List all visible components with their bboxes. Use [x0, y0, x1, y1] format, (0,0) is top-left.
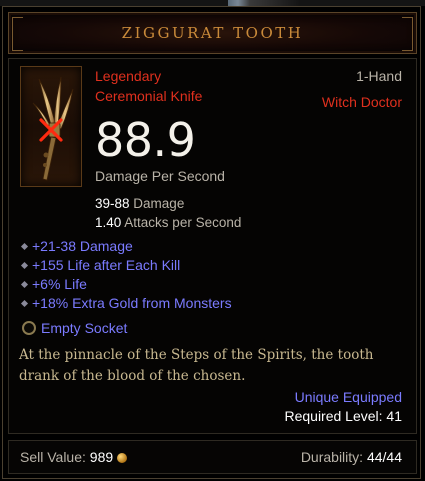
required-level-value: 41 [386, 408, 402, 424]
socket-icon [22, 321, 36, 335]
sell-value: Sell Value: 989 [20, 449, 128, 465]
affix-text: +6% Life [32, 276, 87, 292]
socket-label: Empty Socket [41, 320, 128, 336]
dps-label: Damage Per Second [95, 168, 225, 184]
required-level-label: Required Level: [284, 408, 383, 424]
item-quality: Legendary [95, 68, 162, 84]
damage-line: 39-88 Damage [95, 196, 184, 211]
empty-socket: Empty Socket [22, 320, 127, 336]
affix-bullet-icon [20, 280, 29, 289]
item-name: ZIGGURAT TOOTH [121, 24, 304, 42]
dps-value: 88.9 [95, 113, 196, 167]
affix-line: +21-38 Damage [20, 238, 133, 254]
sell-label: Sell Value: [20, 449, 86, 465]
ceremonial-knife-icon [32, 76, 74, 181]
affix-bullet-icon [20, 242, 29, 251]
affix-line: +155 Life after Each Kill [20, 257, 181, 273]
affix-line: +18% Extra Gold from Monsters [20, 295, 232, 311]
item-type: Ceremonial Knife [95, 88, 203, 104]
attack-speed-label: Attacks per Second [124, 215, 242, 230]
attack-speed-value: 1.40 [95, 215, 122, 230]
affix-text: +18% Extra Gold from Monsters [32, 295, 232, 311]
item-slot: 1-Hand [356, 68, 402, 84]
item-icon-frame [20, 66, 82, 187]
gold-coin-icon [117, 453, 128, 463]
durability: Durability: 44/44 [301, 449, 402, 465]
damage-range: 39-88 [95, 196, 130, 211]
sell-amount: 989 [89, 449, 114, 465]
flavor-text: At the pinnacle of the Steps of the Spir… [19, 347, 374, 384]
class-requirement: Witch Doctor [321, 94, 402, 110]
affix-bullet-icon [20, 299, 29, 308]
required-level: Required Level: 41 [284, 408, 402, 424]
title-banner: ZIGGURAT TOOTH [8, 12, 417, 54]
affix-line: +6% Life [20, 276, 87, 292]
damage-label: Damage [133, 196, 185, 211]
affix-text: +155 Life after Each Kill [32, 257, 181, 273]
affix-bullet-icon [20, 261, 29, 270]
affix-text: +21-38 Damage [32, 238, 133, 254]
attack-speed-line: 1.40 Attacks per Second [95, 215, 241, 230]
unique-equipped: Unique Equipped [294, 389, 402, 405]
durability-value: 44/44 [366, 449, 402, 465]
durability-label: Durability: [300, 449, 364, 465]
